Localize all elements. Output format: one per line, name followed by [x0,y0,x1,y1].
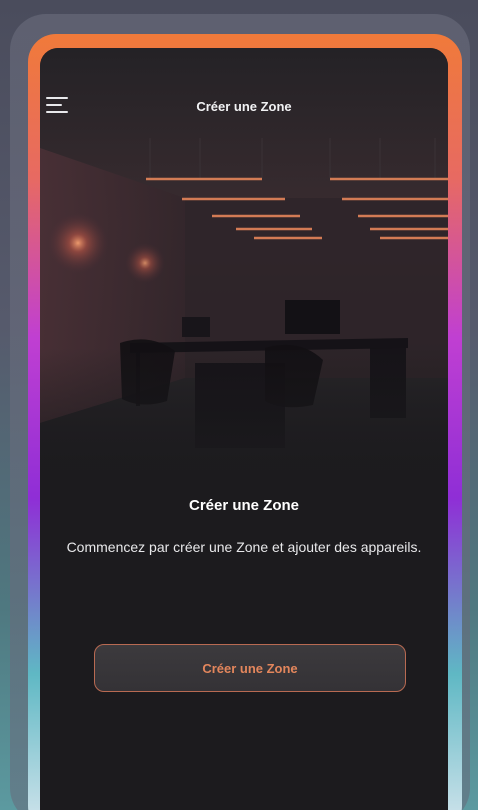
header-title: Créer une Zone [196,99,292,114]
empty-state-description: Commencez par créer une Zone et ajouter … [66,539,422,555]
app-header: Créer une Zone [40,48,448,158]
create-zone-button-label: Créer une Zone [202,660,298,676]
empty-state-title: Créer une Zone [188,497,300,514]
create-zone-button[interactable]: Créer une Zone [94,644,406,692]
app-screen: Créer une Zone Créer une Zone Commencez … [40,48,448,810]
